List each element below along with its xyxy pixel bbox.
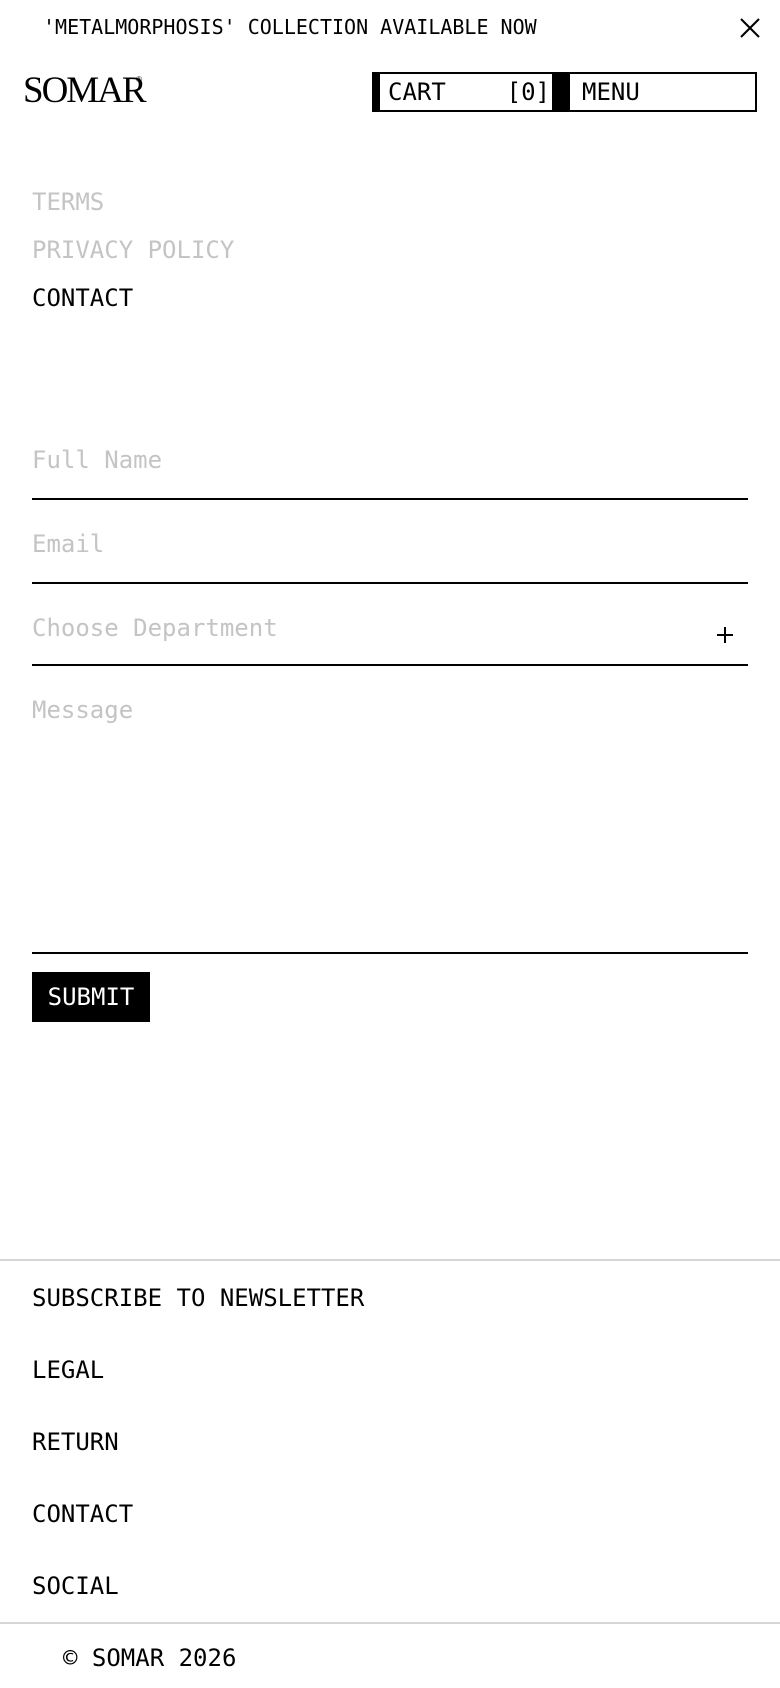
legal-nav: TERMS PRIVACY POLICY CONTACT bbox=[32, 178, 234, 322]
footer-divider-bottom bbox=[0, 1622, 780, 1624]
footer-item-social[interactable]: SOCIAL bbox=[32, 1550, 364, 1622]
logo-text: SOMAR bbox=[23, 70, 147, 110]
full-name-field[interactable]: Full Name bbox=[32, 446, 748, 500]
department-placeholder: Choose Department bbox=[32, 614, 278, 642]
full-name-placeholder: Full Name bbox=[32, 446, 163, 474]
page: 'METALMORPHOSIS' COLLECTION AVAILABLE NO… bbox=[0, 0, 780, 1688]
footer-divider-top bbox=[0, 1259, 780, 1261]
menu-button-bar bbox=[562, 74, 570, 110]
cart-button[interactable]: CART [0] bbox=[372, 72, 560, 112]
logo[interactable]: SOMAR ® bbox=[23, 66, 149, 111]
copyright: © SOMAR 2026 bbox=[63, 1644, 237, 1672]
footer-item-legal[interactable]: LEGAL bbox=[32, 1334, 364, 1406]
footer-item-contact[interactable]: CONTACT bbox=[32, 1478, 364, 1550]
announcement-bar: 'METALMORPHOSIS' COLLECTION AVAILABLE NO… bbox=[0, 0, 780, 56]
legal-nav-contact[interactable]: CONTACT bbox=[32, 274, 234, 322]
plus-icon[interactable] bbox=[716, 622, 734, 643]
announcement-text[interactable]: 'METALMORPHOSIS' COLLECTION AVAILABLE NO… bbox=[43, 15, 537, 39]
footer-item-subscribe[interactable]: SUBSCRIBE TO NEWSLETTER bbox=[32, 1262, 364, 1334]
email-placeholder: Email bbox=[32, 530, 105, 558]
footer-nav: SUBSCRIBE TO NEWSLETTER LEGAL RETURN CON… bbox=[32, 1262, 364, 1622]
cart-label: CART bbox=[388, 78, 446, 106]
close-icon[interactable] bbox=[736, 14, 764, 42]
department-select[interactable]: Choose Department bbox=[32, 614, 748, 666]
message-placeholder: Message bbox=[32, 696, 134, 724]
email-field[interactable]: Email bbox=[32, 530, 748, 584]
legal-nav-terms[interactable]: TERMS bbox=[32, 178, 234, 226]
menu-button[interactable]: MENU bbox=[560, 72, 757, 112]
footer-item-return[interactable]: RETURN bbox=[32, 1406, 364, 1478]
svg-text:®: ® bbox=[136, 75, 142, 84]
submit-button[interactable]: SUBMIT bbox=[32, 972, 150, 1022]
menu-label: MENU bbox=[582, 78, 640, 106]
legal-nav-privacy-policy[interactable]: PRIVACY POLICY bbox=[32, 226, 234, 274]
message-field[interactable]: Message bbox=[32, 696, 748, 954]
cart-count: [0] bbox=[506, 78, 550, 106]
